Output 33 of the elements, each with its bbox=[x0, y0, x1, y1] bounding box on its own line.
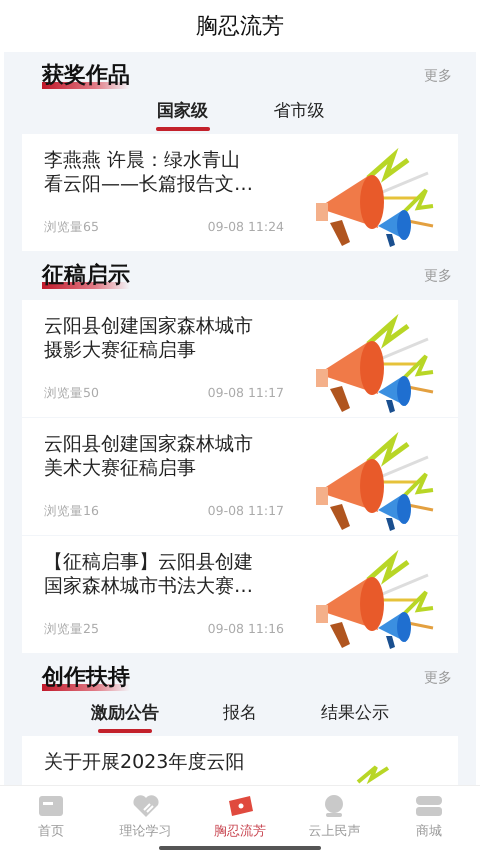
tab[interactable]: 省市级 bbox=[274, 100, 324, 122]
section-title: 获奖作品 bbox=[42, 63, 130, 89]
article-title: 云阳县创建国家森林城市美术大赛征稿启事 bbox=[44, 432, 254, 480]
article-title: 云阳县创建国家森林城市摄影大赛征稿启事 bbox=[44, 314, 254, 362]
article-card[interactable]: 关于开展2023年度云阳 bbox=[22, 736, 458, 785]
section-title: 创作扶持 bbox=[42, 665, 130, 691]
article-card[interactable]: 【征稿启事】云阳县创建国家森林城市书法大赛… 浏览量25 09-08 11:16 bbox=[22, 536, 458, 653]
article-card[interactable]: 云阳县创建国家森林城市美术大赛征稿启事 浏览量16 09-08 11:17 bbox=[22, 418, 458, 535]
timestamp: 09-08 11:17 bbox=[208, 384, 284, 402]
nav-tab[interactable]: 胸忍流芳 bbox=[192, 786, 288, 842]
lightning-drawing bbox=[356, 764, 390, 784]
box-icon bbox=[414, 794, 443, 818]
tab[interactable]: 报名 bbox=[223, 702, 257, 724]
timestamp: 09-08 11:16 bbox=[208, 620, 284, 638]
article-title: 关于开展2023年度云阳 bbox=[44, 750, 246, 775]
timestamp: 09-08 11:24 bbox=[208, 218, 284, 236]
view-count: 浏览量50 bbox=[44, 384, 99, 402]
ticket-icon bbox=[226, 794, 254, 818]
tab[interactable]: 激励公告 bbox=[91, 702, 159, 733]
view-count: 浏览量16 bbox=[44, 502, 99, 520]
folder-icon bbox=[38, 794, 64, 818]
article-title: 李燕燕 许晨：绿水青山看云阳——长篇报告文… bbox=[44, 148, 254, 196]
article-title: 【征稿启事】云阳县创建国家森林城市书法大赛… bbox=[44, 550, 254, 598]
tab[interactable]: 结果公示 bbox=[321, 702, 389, 724]
tab[interactable]: 国家级 bbox=[156, 100, 210, 131]
section-title: 征稿启示 bbox=[42, 263, 130, 289]
heart-icon bbox=[132, 794, 160, 818]
page-title: 胸忍流芳 bbox=[195, 12, 285, 40]
article-card[interactable]: 云阳县创建国家森林城市摄影大赛征稿启事 浏览量50 09-08 11:17 bbox=[22, 300, 458, 417]
article-card[interactable]: 李燕燕 许晨：绿水青山看云阳——长篇报告文… 浏览量65 09-08 11:24 bbox=[22, 134, 458, 251]
view-count: 浏览量25 bbox=[44, 620, 99, 638]
view-count: 浏览量65 bbox=[44, 218, 99, 236]
timestamp: 09-08 11:17 bbox=[208, 502, 284, 520]
